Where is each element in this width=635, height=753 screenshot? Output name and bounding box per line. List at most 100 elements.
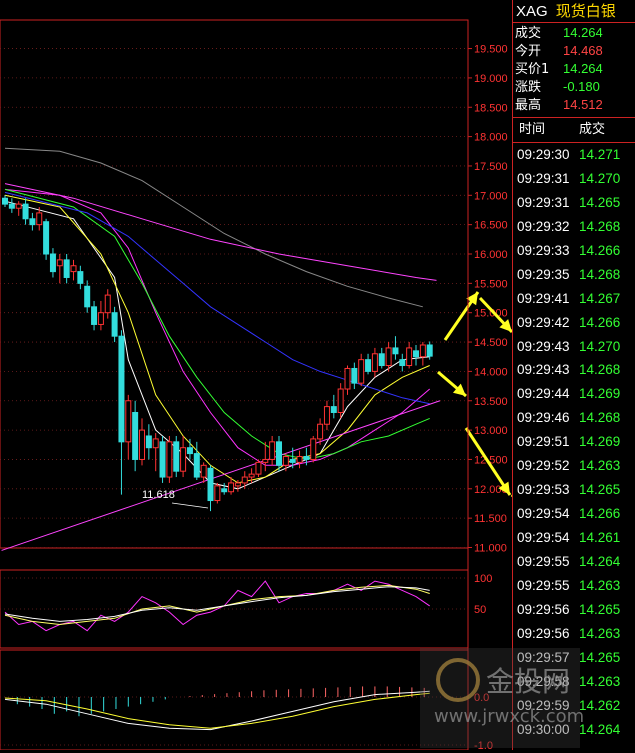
price-tick-label: 19.500: [474, 44, 508, 56]
price-tick-label: 17.500: [474, 161, 508, 173]
low-annotation-leader: [171, 502, 209, 509]
ticks-header: 时间 成交: [513, 118, 635, 143]
tick-time: 09:29:32: [517, 218, 570, 234]
candle-body: [159, 441, 166, 478]
tick-row: 09:29:54 14.266: [513, 502, 635, 526]
candle-body: [385, 347, 392, 367]
moving-average-line: [4, 183, 437, 281]
tick-price: 14.268: [579, 266, 621, 282]
tick-time: 09:29:51: [517, 434, 570, 450]
tick-price: 14.263: [579, 577, 621, 593]
candle-body: [200, 464, 207, 478]
candle-body: [214, 485, 221, 502]
tick-time: 09:29:56: [517, 625, 570, 641]
tick-price: 14.261: [579, 530, 621, 545]
moving-average-line: [4, 188, 430, 460]
tick-list[interactable]: 09:29:30 14.271 09:29:31 14.270 09:29:31 14.2…: [513, 143, 635, 741]
macd-tick-label: -1.0: [474, 740, 493, 750]
candle-body: [139, 429, 145, 460]
candle-body: [180, 447, 187, 472]
moving-average-line: [4, 191, 430, 405]
candle-body: [104, 294, 111, 314]
quote-label: 涨跌: [515, 80, 542, 95]
macd-panel-frame: [0, 649, 469, 750]
tick-time: 09:29:42: [517, 314, 570, 330]
oscillator-line: [4, 586, 430, 622]
tick-row: 09:29:57 14.265: [513, 646, 635, 670]
quote-label: 今开: [515, 44, 542, 59]
tick-row: 09:29:30 14.271: [513, 143, 635, 167]
candle-body: [310, 438, 317, 460]
price-tick-label: 13.500: [474, 396, 508, 408]
instrument-name: 现货白银: [555, 2, 616, 20]
quote-value: 14.512: [563, 97, 603, 112]
tick-row: 09:29:46 14.268: [513, 406, 635, 430]
tick-row: 09:29:32 14.268: [513, 215, 635, 239]
tick-time: 09:29:41: [517, 290, 570, 306]
candle-body: [22, 203, 29, 220]
tick-time: 09:29:31: [517, 194, 570, 210]
candle-body: [84, 285, 91, 308]
tick-price: 14.269: [579, 386, 621, 402]
tick-time: 09:29:44: [517, 386, 570, 402]
ticks-header-price: 成交: [579, 122, 606, 137]
tick-row: 09:29:31 14.265: [513, 191, 635, 215]
candle-body: [392, 347, 399, 355]
price-tick-label: 11.500: [474, 513, 507, 525]
candle-body: [351, 367, 358, 384]
quote-value: 14.468: [563, 43, 603, 58]
price-tick-label: 14.500: [474, 337, 508, 349]
tick-price: 14.266: [579, 506, 621, 522]
tick-price: 14.267: [579, 290, 621, 306]
quote-list: 成交 14.264 今开 14.468 买价1 14.264 涨跌 -0.180 最高 14.51…: [513, 23, 635, 118]
tick-time: 09:30:00: [517, 721, 570, 737]
quote-value: 14.264: [563, 61, 603, 76]
candle-body: [241, 476, 248, 484]
tick-row: 09:29:43 14.268: [513, 358, 635, 382]
tick-row: 09:29:44 14.269: [513, 382, 635, 406]
tick-time: 09:29:33: [517, 242, 570, 258]
tick-row: 09:29:55 14.263: [513, 574, 635, 598]
tick-row: 09:29:54 14.261: [513, 526, 635, 550]
candle-body: [70, 265, 77, 273]
quote-value: -0.180: [563, 79, 600, 94]
tick-row: 09:29:31 14.270: [513, 167, 635, 191]
candle-body: [132, 411, 139, 460]
candle-body: [262, 458, 269, 463]
tick-price: 14.262: [579, 697, 621, 713]
price-tick-label: 18.000: [474, 132, 508, 144]
tick-time: 09:29:30: [517, 147, 570, 162]
candle-body: [63, 259, 70, 278]
tick-price: 14.265: [579, 649, 621, 665]
moving-average-line: [4, 200, 430, 490]
tick-price: 14.269: [579, 434, 621, 450]
oscillator-panel-frame: [0, 569, 469, 649]
candle-body: [330, 406, 337, 413]
tick-price: 14.266: [579, 314, 621, 330]
candle-body: [97, 312, 104, 325]
tick-row: 09:30:00 14.264: [513, 718, 635, 742]
candle-body: [413, 350, 419, 358]
tick-time: 09:29:55: [517, 577, 570, 593]
quote-row: 今开 14.468: [513, 42, 635, 60]
tick-price: 14.268: [579, 218, 621, 234]
candle-body: [276, 441, 282, 466]
tick-time: 09:29:54: [517, 506, 570, 522]
candle-body: [111, 312, 118, 337]
tick-time: 09:29:53: [517, 482, 570, 498]
price-tick-label: 17.000: [474, 190, 508, 202]
candle-body: [317, 423, 324, 440]
tick-price: 14.266: [579, 242, 621, 258]
candle-body: [358, 359, 365, 384]
price-tick-label: 16.000: [474, 249, 508, 261]
macd-line: [4, 692, 430, 729]
tick-price: 14.263: [579, 673, 621, 689]
candle-body: [36, 212, 43, 226]
price-tick-label: 14.000: [474, 366, 508, 378]
candle-body: [193, 453, 200, 478]
candle-body: [77, 271, 84, 284]
quote-label: 最高: [515, 98, 542, 113]
price-tick-label: 15.500: [474, 278, 508, 290]
tick-time: 09:29:59: [517, 697, 570, 713]
oscillator-line: [4, 584, 430, 626]
